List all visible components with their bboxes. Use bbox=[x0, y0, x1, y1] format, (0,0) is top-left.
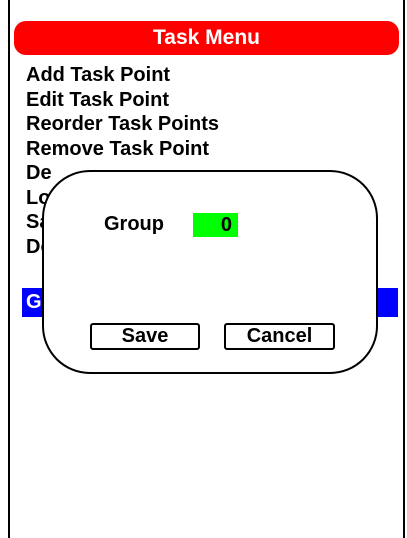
title-bar: Task Menu bbox=[14, 21, 399, 55]
group-dialog: Group 0 Save Cancel bbox=[42, 170, 378, 374]
menu-item-remove-task-point[interactable]: Remove Task Point bbox=[26, 137, 219, 162]
menu-item-edit-task-point[interactable]: Edit Task Point bbox=[26, 88, 219, 113]
group-value-field[interactable]: 0 bbox=[193, 213, 238, 237]
group-label: Group bbox=[104, 213, 164, 235]
menu-item-add-task-point[interactable]: Add Task Point bbox=[26, 63, 219, 88]
cancel-button[interactable]: Cancel bbox=[224, 323, 335, 350]
menu-item-selected-label: G bbox=[26, 291, 42, 313]
title-text: Task Menu bbox=[153, 26, 260, 49]
menu-item-reorder-task-points[interactable]: Reorder Task Points bbox=[26, 112, 219, 137]
save-button[interactable]: Save bbox=[90, 323, 200, 350]
